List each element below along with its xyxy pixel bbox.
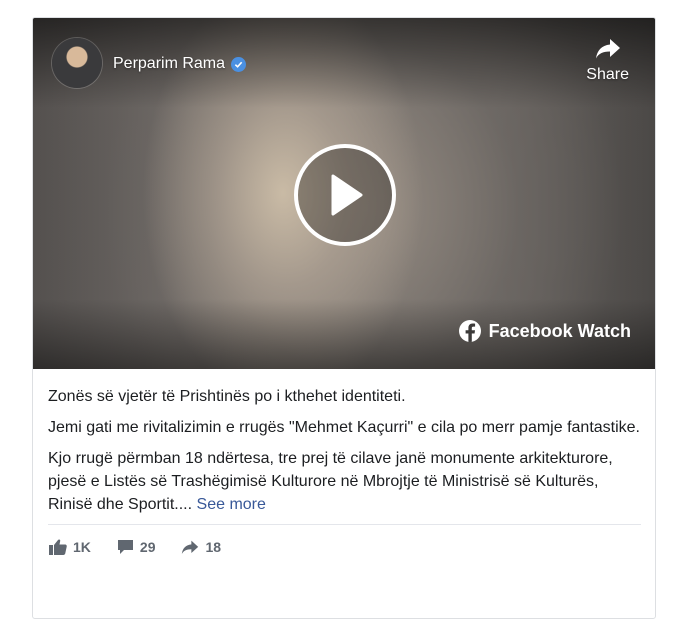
post-text: Zonës së vjetër të Prishtinës po i ktheh… bbox=[33, 369, 655, 516]
post-paragraph: Zonës së vjetër të Prishtinës po i ktheh… bbox=[48, 388, 406, 405]
video-player[interactable]: Perparim Rama Share Facebook Watch bbox=[33, 18, 655, 369]
facebook-logo-icon bbox=[458, 320, 481, 342]
likes-count: 1K bbox=[73, 539, 91, 555]
avatar[interactable] bbox=[52, 38, 102, 88]
engagement-bar: 1K 29 18 bbox=[33, 525, 655, 555]
play-icon bbox=[331, 174, 363, 216]
share-arrow-icon bbox=[182, 540, 199, 554]
facebook-watch-label: Facebook Watch bbox=[488, 320, 631, 341]
post-paragraph: Kjo rrugë përmban 18 ndërtesa, tre prej … bbox=[48, 447, 641, 516]
verified-icon bbox=[231, 56, 247, 72]
likes-stat[interactable]: 1K bbox=[49, 539, 91, 555]
share-label: Share bbox=[586, 66, 629, 83]
post-card: Perparim Rama Share Facebook Watch Zonës… bbox=[32, 17, 656, 619]
author-name[interactable]: Perparim Rama bbox=[113, 55, 225, 73]
shares-count: 18 bbox=[205, 539, 222, 555]
see-more-link[interactable]: See more bbox=[197, 496, 266, 513]
facebook-watch-link[interactable]: Facebook Watch bbox=[458, 320, 631, 342]
author-header[interactable]: Perparim Rama bbox=[113, 55, 247, 73]
play-button[interactable] bbox=[294, 144, 396, 246]
comments-stat[interactable]: 29 bbox=[117, 539, 156, 555]
comments-count: 29 bbox=[139, 539, 156, 555]
comment-bubble-icon bbox=[117, 540, 133, 554]
post-paragraph-text: Kjo rrugë përmban 18 ndërtesa, tre prej … bbox=[48, 450, 613, 513]
shares-stat[interactable]: 18 bbox=[181, 539, 221, 555]
thumbs-up-icon bbox=[49, 539, 67, 555]
share-button[interactable]: Share bbox=[586, 38, 629, 84]
share-icon bbox=[595, 39, 620, 59]
post-paragraph: Jemi gati me rivitalizimin e rrugës "Meh… bbox=[48, 419, 640, 436]
